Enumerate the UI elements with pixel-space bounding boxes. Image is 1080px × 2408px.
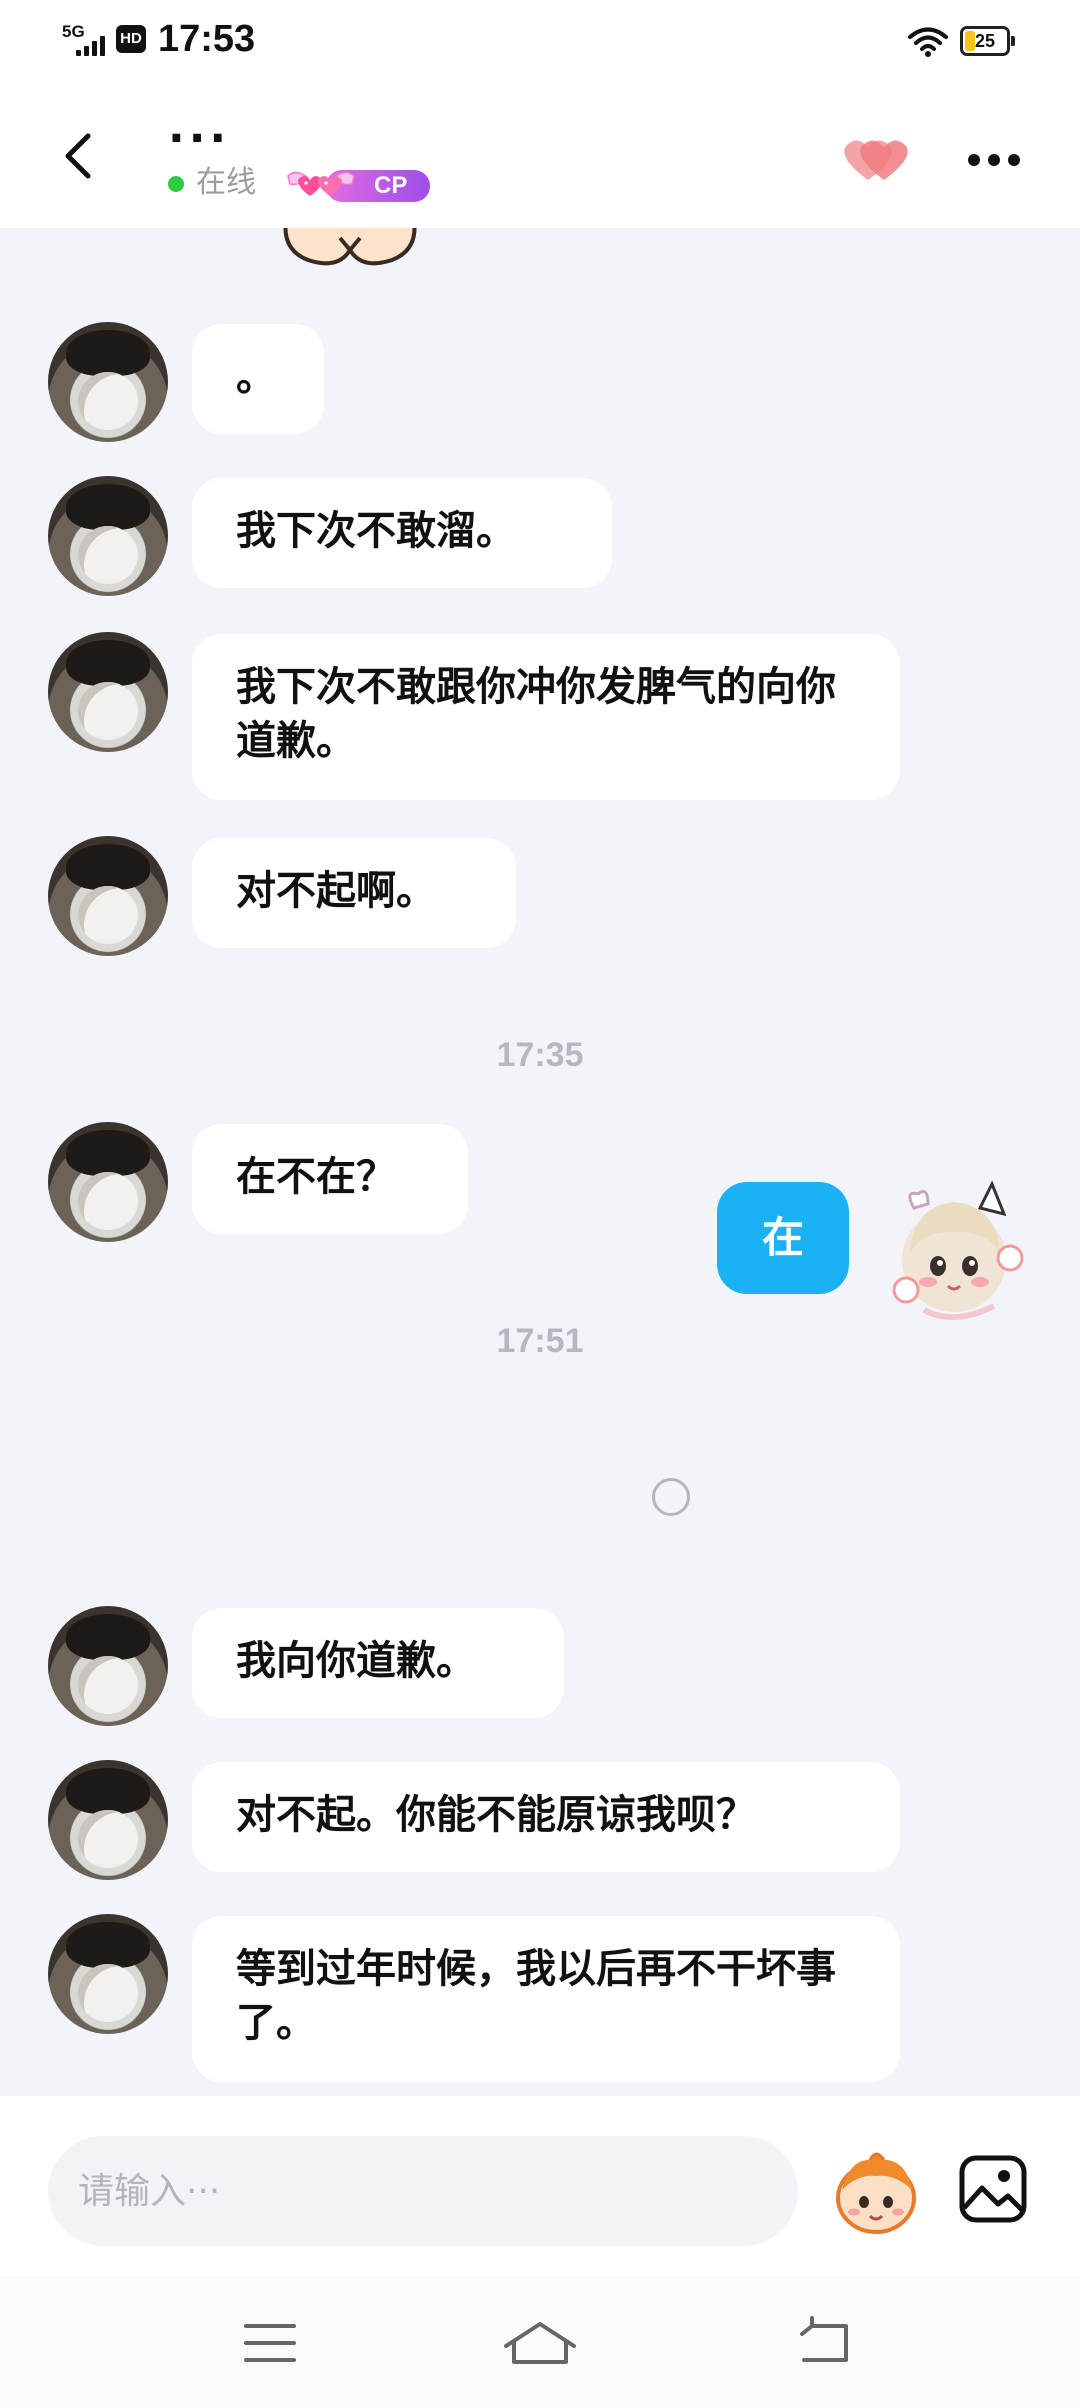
message-status-icon xyxy=(652,1478,690,1516)
image-icon[interactable] xyxy=(958,2154,1028,2224)
message-bubble[interactable]: 我下次不敢溜。 xyxy=(192,478,612,588)
contact-avatar[interactable] xyxy=(48,1760,168,1880)
sticker-partial xyxy=(283,228,417,266)
status-bar: 5G HD 17:53 25 xyxy=(0,0,1080,88)
back-icon[interactable] xyxy=(794,2316,854,2370)
timestamp: 17:35 xyxy=(496,1036,584,1074)
signal-icon: 5G xyxy=(62,22,110,56)
message-bubble[interactable]: 对不起啊。 xyxy=(192,838,516,948)
wifi-icon xyxy=(908,27,948,57)
message-bubble[interactable]: 我下次不敢跟你冲你发脾气的向你道歉。 xyxy=(192,634,900,800)
contact-avatar[interactable] xyxy=(48,836,168,956)
my-message-bubble[interactable]: 在 xyxy=(717,1182,849,1294)
contact-avatar[interactable] xyxy=(48,1914,168,2034)
message-bubble[interactable]: 对不起。你能不能原谅我呗？ xyxy=(192,1762,900,1872)
message-bubble[interactable]: 我向你道歉。 xyxy=(192,1608,564,1718)
winged-heart-icon xyxy=(287,171,355,196)
my-avatar[interactable] xyxy=(884,1180,1034,1330)
menu-icon[interactable] xyxy=(240,2316,300,2370)
contact-name[interactable]: ... xyxy=(168,106,230,150)
online-status-dot xyxy=(168,176,184,192)
more-options-icon[interactable] xyxy=(962,140,1026,180)
message-bubble[interactable]: 等到过年时候，我以后再不干坏事了。 xyxy=(192,1916,900,2082)
message-bubble[interactable]: 。 xyxy=(192,324,324,434)
battery-icon: 25 xyxy=(960,26,1015,56)
clock: 17:53 xyxy=(158,18,256,60)
hearts-icon[interactable] xyxy=(838,130,914,190)
contact-avatar[interactable] xyxy=(48,632,168,752)
contact-avatar[interactable] xyxy=(48,1606,168,1726)
message-bubble[interactable]: 在不在？ xyxy=(192,1124,468,1234)
presence-text: 在线 xyxy=(196,165,256,200)
message-input[interactable] xyxy=(48,2136,798,2246)
battery-level: 25 xyxy=(974,31,996,51)
contact-avatar[interactable] xyxy=(48,322,168,442)
hd-icon: HD xyxy=(116,25,146,53)
chat-header: ... 在线 CP xyxy=(0,88,1080,228)
cp-label: CP xyxy=(374,172,408,199)
contact-avatar[interactable] xyxy=(48,1122,168,1242)
cp-badge[interactable]: CP xyxy=(282,166,432,204)
message-list[interactable]: 。 我下次不敢溜。 我下次不敢跟你冲你发脾气的向你道歉。 对不起啊。 17:35… xyxy=(0,228,1080,2096)
back-button[interactable] xyxy=(50,126,110,186)
input-bar xyxy=(0,2096,1080,2276)
sticker-icon[interactable] xyxy=(830,2150,922,2236)
chat-screen: 5G HD 17:53 25 ... 在线 CP 。 我下次不敢溜。 我下次不敢… xyxy=(0,0,1080,2408)
home-icon[interactable] xyxy=(502,2316,578,2370)
contact-avatar[interactable] xyxy=(48,476,168,596)
system-nav-bar xyxy=(0,2276,1080,2408)
